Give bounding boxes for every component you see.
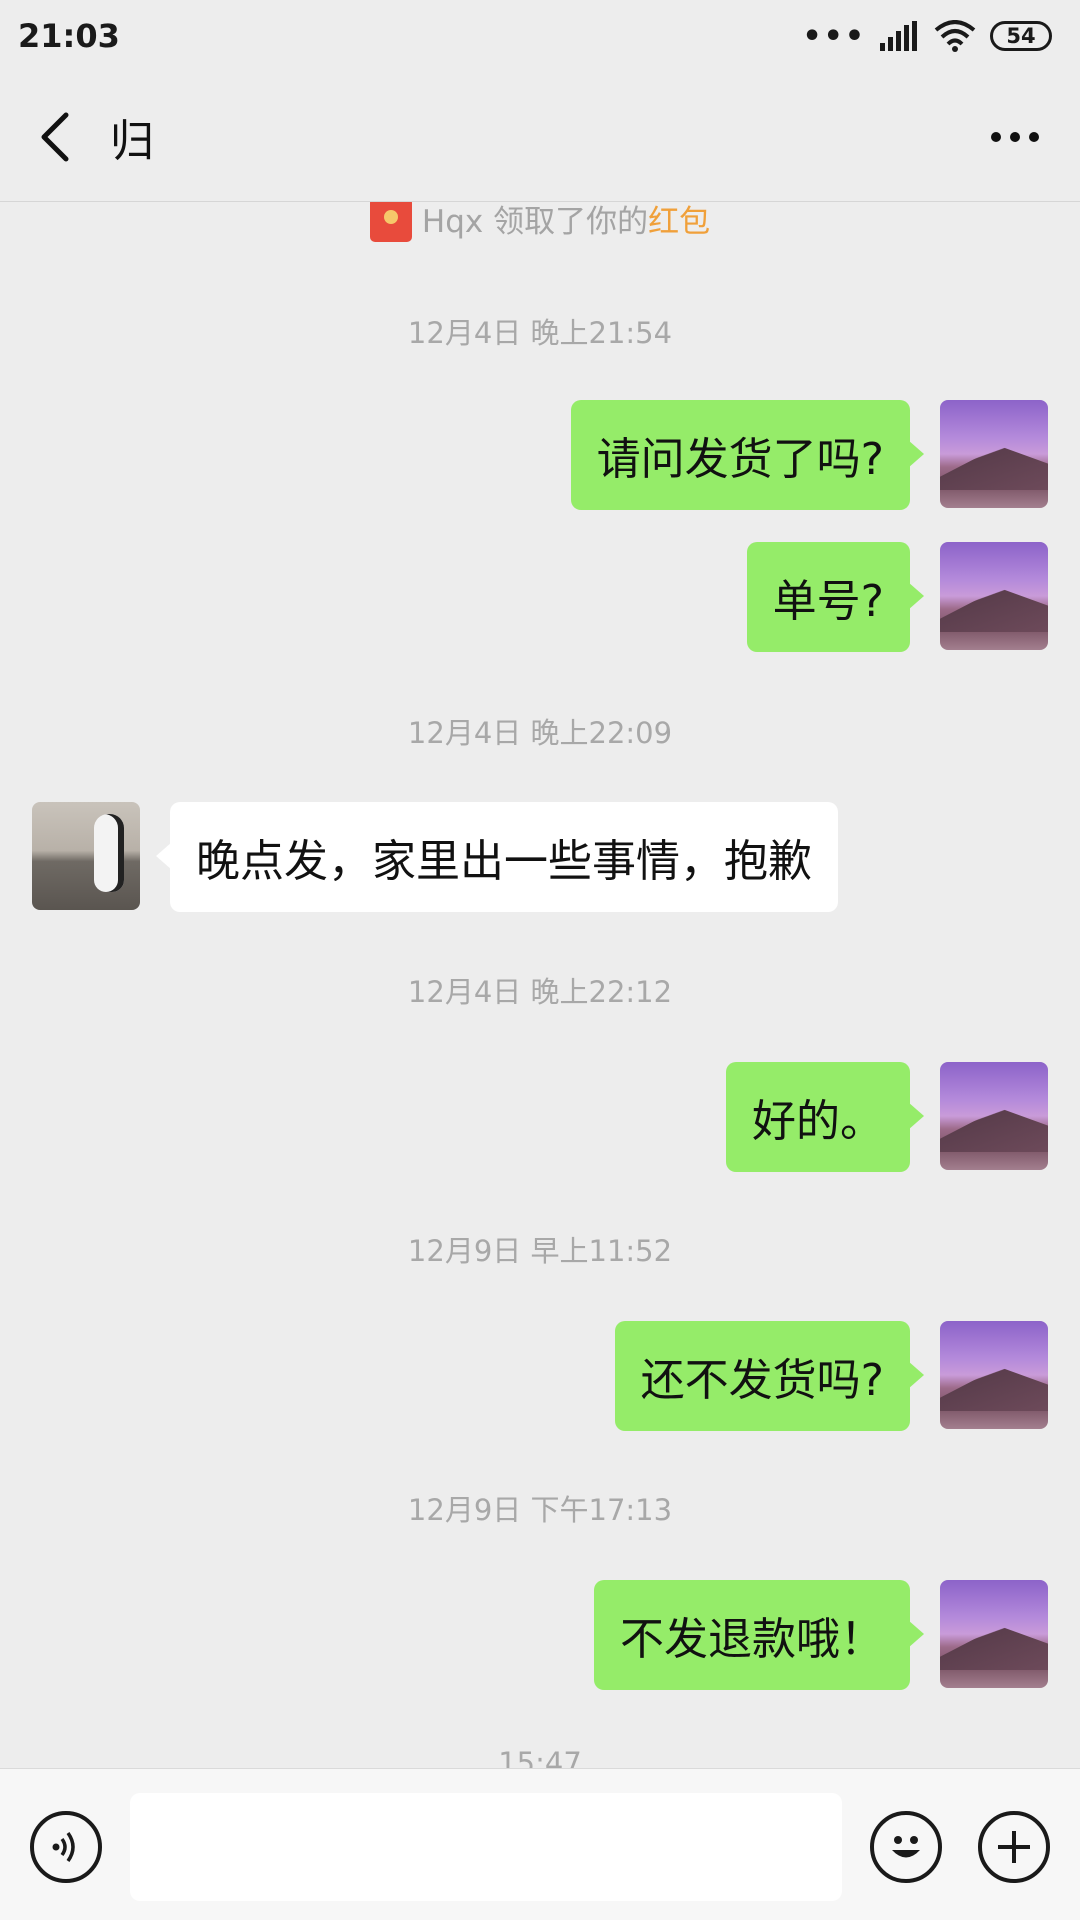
more-dots-icon [991,132,1039,142]
chevron-left-icon [41,112,69,161]
chat-header: 归 [0,72,1080,202]
back-button[interactable] [4,72,104,202]
timestamp: 12月4日 晚上22:09 [407,716,673,750]
avatar-other[interactable] [32,802,140,910]
emoji-button[interactable] [870,1811,942,1883]
message-input[interactable] [130,1793,842,1901]
message-row-self: 不发退款哦！ [0,1580,1080,1690]
message-bubble-self[interactable]: 请问发货了吗? [570,400,925,510]
red-packet-text: Hqx 领取了你的 [421,204,649,240]
status-icons: ••• 54 [802,19,1052,54]
more-button[interactable] [990,72,1040,202]
message-bubble-self[interactable]: 不发退款哦！ [594,1580,924,1690]
timestamp: 15:47 [498,1746,582,1768]
avatar-self[interactable] [940,1580,1048,1688]
emoji-icon [892,1836,920,1858]
avatar-self[interactable] [940,400,1048,508]
input-bar [0,1768,1080,1920]
message-bubble-self[interactable]: 好的。 [726,1062,924,1172]
message-row-other: 晚点发，家里出一些事情，抱歉 [0,802,1080,912]
battery-level: 54 [1006,24,1036,48]
avatar-self[interactable] [940,1062,1048,1170]
voice-button[interactable] [30,1811,102,1883]
signal-icon [880,21,917,51]
red-packet-notice: Hqx 领取了你的红包 [0,202,1080,246]
wifi-icon [934,20,976,52]
message-bubble-other[interactable]: 晚点发，家里出一些事情，抱歉 [156,802,838,912]
message-bubble-self[interactable]: 单号? [746,542,925,652]
message-bubble-self[interactable]: 还不发货吗? [614,1321,925,1431]
timestamp: 12月9日 下午17:13 [407,1493,673,1527]
chat-title: 归 [110,115,154,167]
timestamp: 12月9日 早上11:52 [407,1234,673,1268]
chat-screen: 21:03 ••• 54 归 Hqx 领取了你的红包 12月4日 晚上21:54… [0,0,1080,1920]
message-row-self: 好的。 [0,1062,1080,1172]
avatar-self[interactable] [940,542,1048,650]
status-time: 21:03 [18,17,120,55]
message-row-self: 单号? [0,542,1080,652]
message-row-self: 请问发货了吗? [0,400,1080,510]
avatar-self[interactable] [940,1321,1048,1429]
plus-icon [998,1831,1030,1863]
notification-dots-icon: ••• [802,18,866,54]
plus-button[interactable] [978,1811,1050,1883]
message-row-self: 还不发货吗? [0,1321,1080,1431]
red-packet-icon [369,202,412,242]
timestamp: 12月4日 晚上21:54 [407,316,673,350]
status-bar: 21:03 ••• 54 [0,0,1080,72]
voice-icon [52,1831,75,1863]
message-list[interactable]: Hqx 领取了你的红包 12月4日 晚上21:54 请问发货了吗? 单号? 12… [0,202,1080,1768]
red-packet-link[interactable]: 红包 [648,204,710,240]
battery-indicator: 54 [990,21,1052,51]
timestamp: 12月4日 晚上22:12 [407,975,673,1009]
